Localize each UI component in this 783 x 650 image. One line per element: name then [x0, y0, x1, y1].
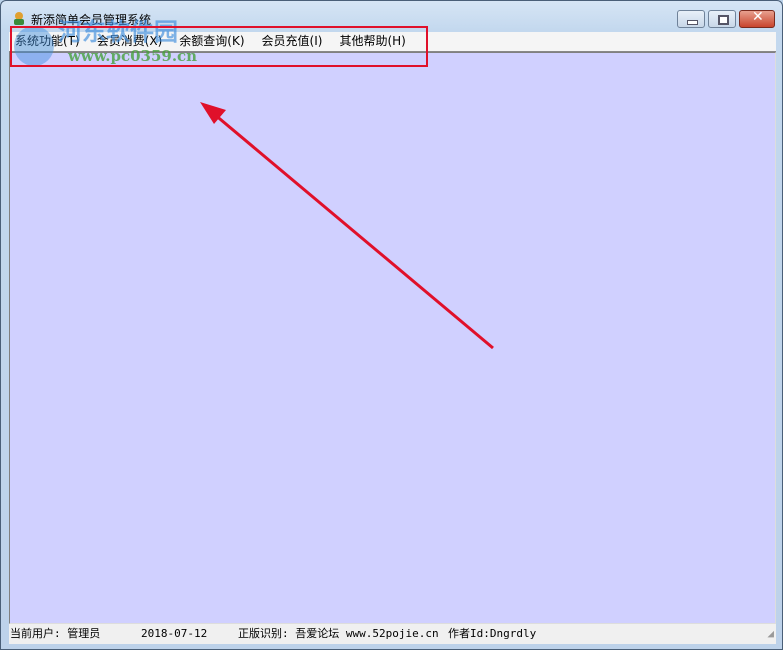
arrow-shaft	[213, 112, 494, 350]
annotation-arrow	[200, 102, 494, 350]
